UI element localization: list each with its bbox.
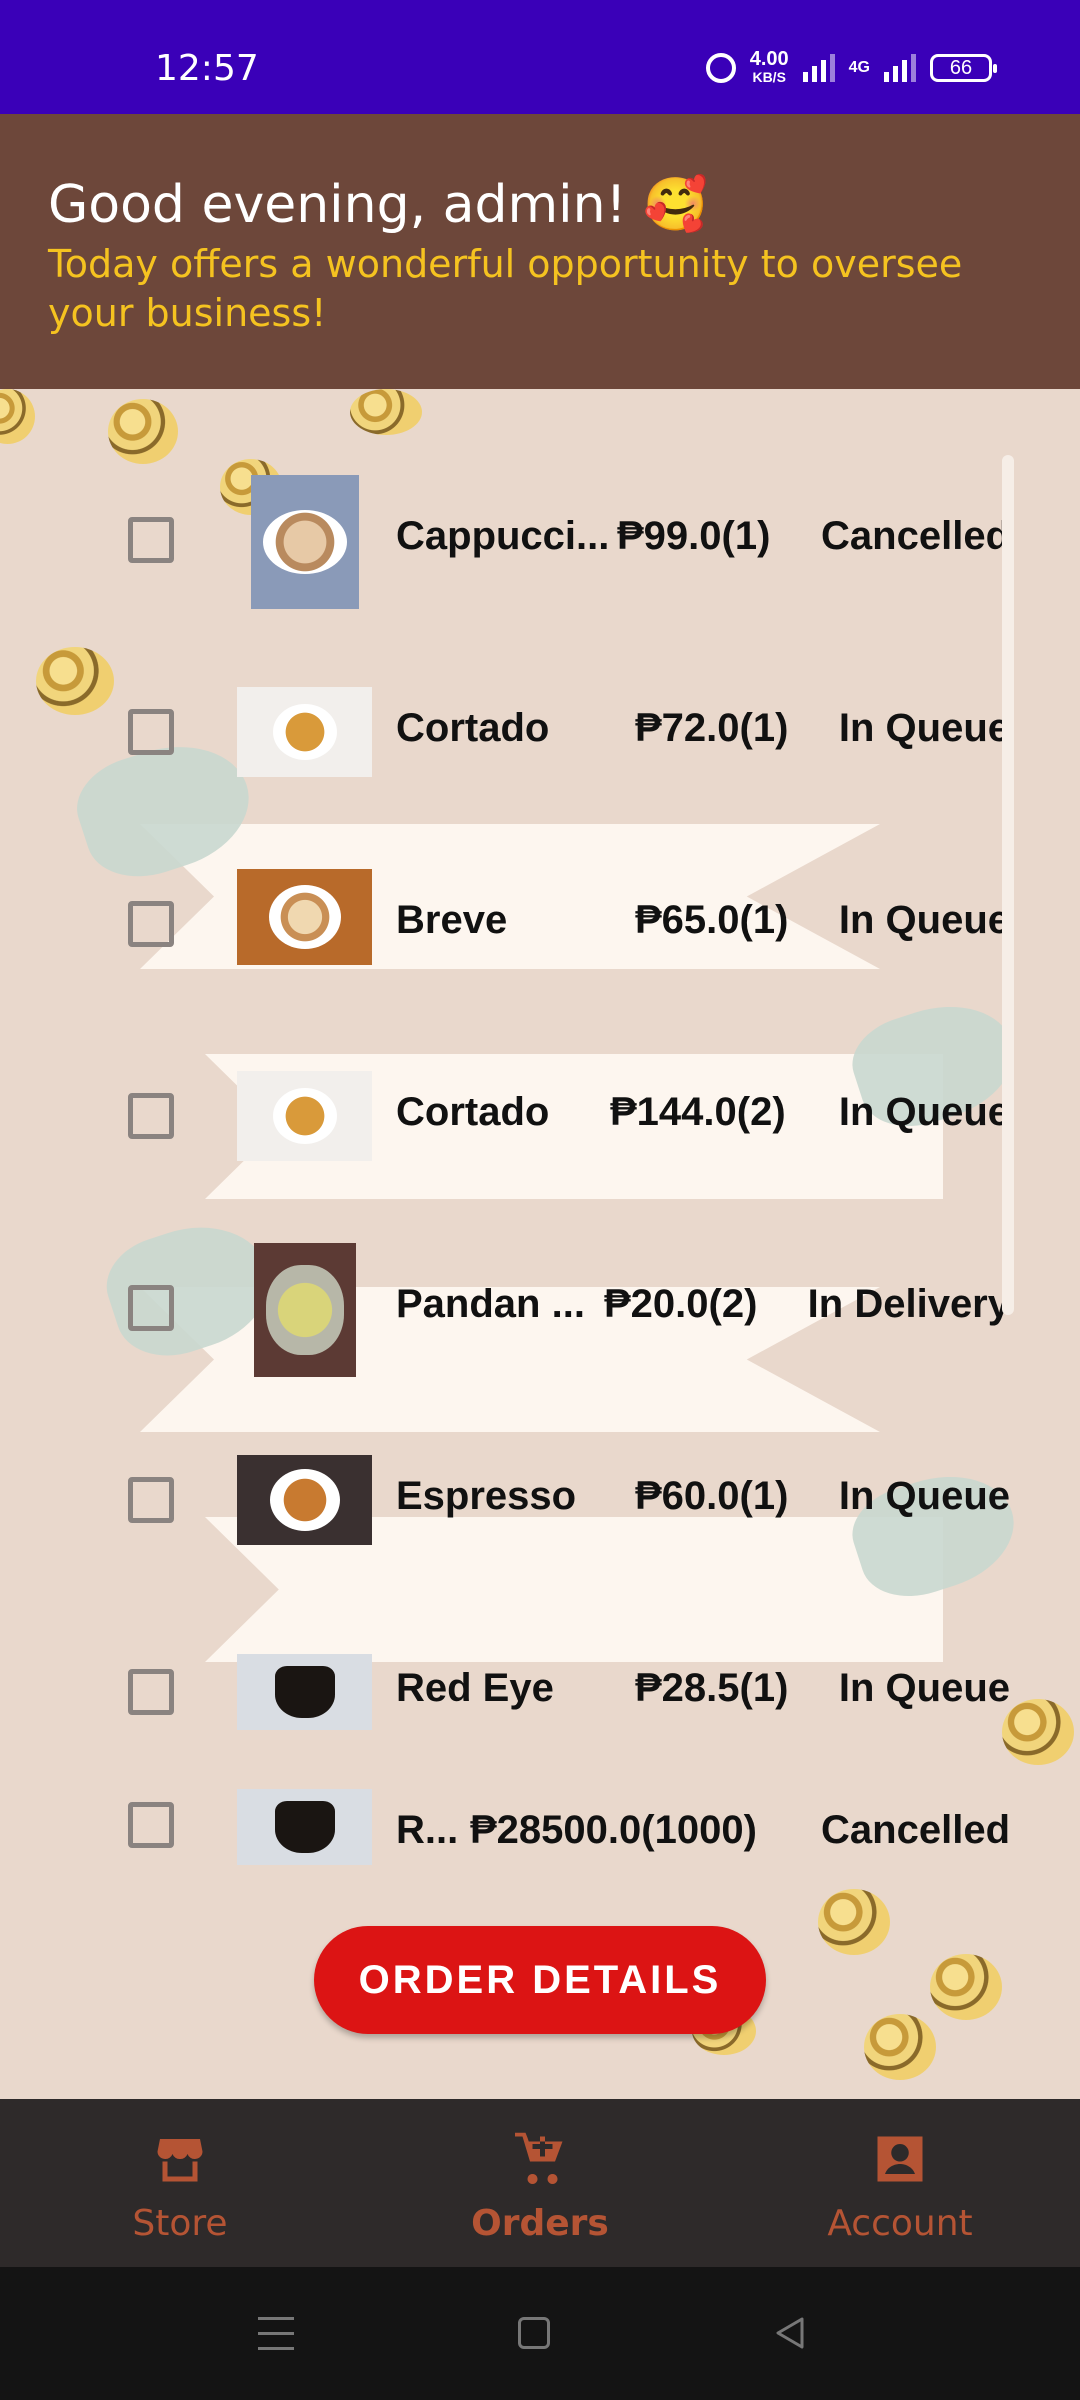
- order-status: Cancelled: [821, 514, 1010, 558]
- battery-level: 66: [949, 57, 973, 79]
- order-price: ₱72.0(1): [635, 706, 789, 750]
- order-name: Breve: [396, 898, 508, 942]
- order-name: Cortado: [396, 706, 550, 750]
- order-status: In Queue: [838, 1666, 1010, 1710]
- cookie-decoration: [930, 1954, 1002, 2020]
- nav-label-store: Store: [132, 2203, 228, 2244]
- network-speed-value: 4.00: [749, 48, 789, 70]
- system-navigation-bar: [0, 2267, 1080, 2400]
- order-name: Cappucci...: [396, 514, 610, 558]
- order-name: Espresso: [396, 1474, 577, 1518]
- order-checkbox[interactable]: [128, 1802, 174, 1848]
- greeting-title: Good evening, admin! 🥰: [48, 175, 708, 235]
- order-price: ₱99.0(1): [617, 514, 771, 558]
- greeting-subtitle: Today offers a wonderful opportunity to …: [48, 242, 963, 335]
- order-price: ₱20.0(2): [604, 1282, 758, 1326]
- product-image: [237, 1654, 372, 1730]
- product-image: [251, 475, 359, 609]
- product-image: [237, 1455, 372, 1545]
- status-icons: 4.00 KB/S 4G 66: [705, 48, 997, 86]
- nav-item-orders[interactable]: Orders: [360, 2099, 720, 2267]
- order-row[interactable]: R... ₱28500.0(1000) Cancelled: [110, 1784, 1010, 1880]
- nav-label-account: Account: [827, 2203, 973, 2244]
- order-details-button[interactable]: ORDER DETAILS: [314, 1926, 766, 2034]
- order-status: In Queue: [838, 706, 1010, 750]
- order-status: In Queue: [838, 898, 1010, 942]
- order-row[interactable]: Cortado ₱72.0(1) In Queue: [110, 632, 1010, 824]
- order-row[interactable]: Pandan ... ₱20.0(2) In Delivery: [110, 1208, 1010, 1400]
- cookie-decoration: [0, 389, 35, 444]
- order-name: Cortado: [396, 1090, 550, 1134]
- order-row[interactable]: Espresso ₱60.0(1) In Queue: [110, 1400, 1010, 1592]
- order-name: R...: [396, 1808, 459, 1852]
- status-time: 12:57: [155, 48, 259, 89]
- order-price: ₱28.5(1): [635, 1666, 789, 1710]
- nav-item-store[interactable]: Store: [0, 2099, 360, 2267]
- menu-icon[interactable]: [258, 2317, 294, 2351]
- order-price: ₱28500.0(1000): [470, 1808, 757, 1852]
- account-icon: [877, 2136, 923, 2182]
- order-row[interactable]: Breve ₱65.0(1) In Queue: [110, 824, 1010, 1016]
- order-checkbox[interactable]: [128, 1093, 174, 1139]
- order-status: In Queue: [838, 1474, 1010, 1518]
- network-speed-unit: KB/S: [752, 69, 786, 85]
- order-row[interactable]: Cappucci... ₱99.0(1) Cancelled: [110, 440, 1010, 632]
- order-price: ₱144.0(2): [610, 1090, 786, 1134]
- home-icon[interactable]: [518, 2317, 550, 2349]
- order-checkbox[interactable]: [128, 709, 174, 755]
- order-status: In Delivery: [807, 1282, 1010, 1326]
- product-image: [237, 1071, 372, 1161]
- order-checkbox[interactable]: [128, 901, 174, 947]
- orders-list[interactable]: Cappucci... ₱99.0(1) Cancelled Cortado ₱…: [110, 440, 1010, 1880]
- status-bar: 12:57 4.00 KB/S 4G 66: [0, 0, 1080, 114]
- greeting-header: Good evening, admin! 🥰 Today offers a wo…: [0, 114, 1080, 389]
- network-type: 4G: [848, 59, 870, 76]
- order-row[interactable]: Cortado ₱144.0(2) In Queue: [110, 1016, 1010, 1208]
- order-name: Pandan ...: [396, 1282, 585, 1326]
- cart-icon: [515, 2132, 563, 2184]
- bottom-navigation: Store Orders Account: [0, 2099, 1080, 2267]
- order-checkbox[interactable]: [128, 517, 174, 563]
- nav-label-orders: Orders: [471, 2203, 609, 2244]
- order-status: In Queue: [838, 1090, 1010, 1134]
- product-image: [254, 1243, 356, 1377]
- network-speed: 4.00 KB/S: [749, 48, 789, 86]
- battery-icon: 66: [930, 54, 997, 82]
- signal-icon: [802, 54, 835, 82]
- order-price: ₱60.0(1): [635, 1474, 789, 1518]
- store-icon: [157, 2139, 203, 2182]
- order-checkbox[interactable]: [128, 1477, 174, 1523]
- list-scrollbar[interactable]: [1002, 455, 1014, 1315]
- order-checkbox[interactable]: [128, 1669, 174, 1715]
- cookie-decoration: [818, 1889, 890, 1955]
- order-status: Cancelled: [821, 1808, 1010, 1852]
- product-image: [237, 687, 372, 777]
- nav-item-account[interactable]: Account: [720, 2099, 1080, 2267]
- order-checkbox[interactable]: [128, 1285, 174, 1331]
- order-name: Red Eye: [396, 1666, 554, 1710]
- product-image: [237, 1789, 372, 1865]
- cookie-decoration: [864, 2014, 936, 2080]
- cookie-decoration: [36, 647, 114, 715]
- signal-icon-2: [884, 54, 916, 82]
- order-row[interactable]: Red Eye ₱28.5(1) In Queue: [110, 1592, 1010, 1784]
- product-image: [237, 869, 372, 965]
- alarm-icon: [705, 53, 736, 83]
- back-icon[interactable]: [770, 2313, 810, 2353]
- cookie-decoration: [1002, 1699, 1074, 1765]
- cookie-decoration: [350, 389, 422, 435]
- order-price: ₱65.0(1): [635, 898, 789, 942]
